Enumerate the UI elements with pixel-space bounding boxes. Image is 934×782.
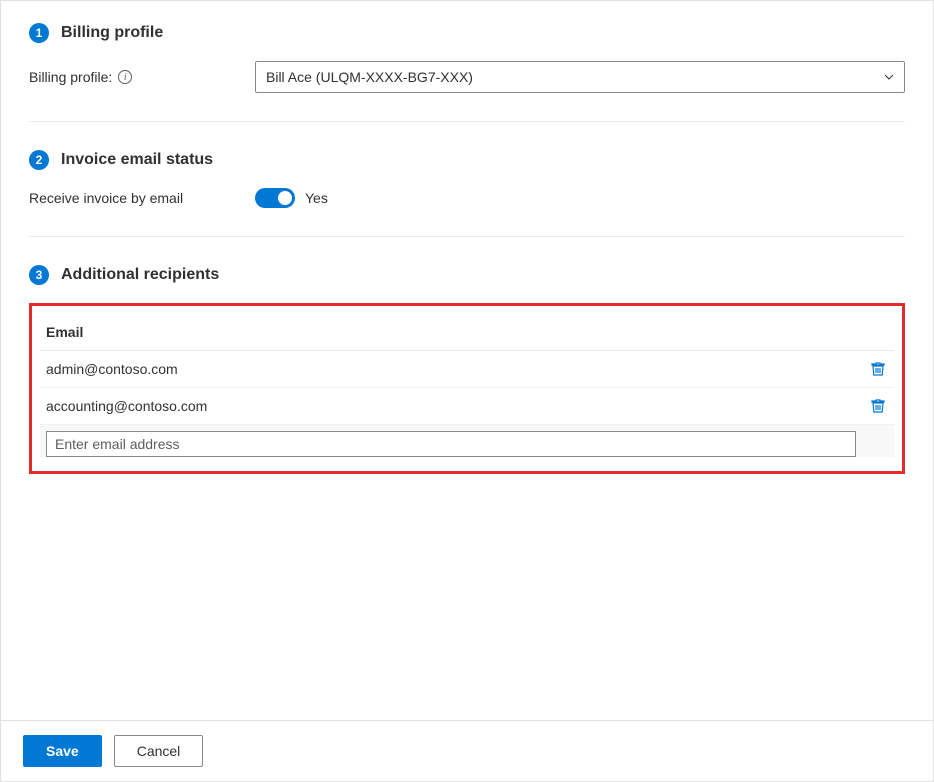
additional-recipients-section: 3 Additional recipients Email admin@cont… [29, 265, 905, 474]
billing-profile-field: Billing profile: i Bill Ace (ULQM-XXXX-B… [29, 61, 905, 93]
footer: Save Cancel [1, 720, 933, 781]
invoice-toggle-row: Receive invoice by email Yes [29, 188, 905, 208]
toggle-state-text: Yes [305, 190, 328, 206]
section-title-invoice: Invoice email status [61, 151, 213, 169]
email-input[interactable] [46, 431, 856, 457]
step-badge: 2 [29, 150, 49, 170]
toggle-thumb [278, 191, 292, 205]
main-content: 1 Billing profile Billing profile: i Bil… [1, 1, 933, 720]
billing-profile-label: Billing profile: i [29, 69, 255, 85]
divider [29, 121, 905, 122]
table-row: accounting@contoso.com [40, 388, 894, 425]
billing-profile-section: 1 Billing profile Billing profile: i Bil… [29, 23, 905, 93]
recipient-email: admin@contoso.com [46, 361, 178, 377]
section-header: 3 Additional recipients [29, 265, 905, 285]
divider [29, 236, 905, 237]
invoice-toggle-label: Receive invoice by email [29, 190, 255, 206]
info-icon[interactable]: i [118, 70, 132, 84]
billing-profile-select[interactable]: Bill Ace (ULQM-XXXX-BG7-XXX) [255, 61, 905, 93]
step-badge: 3 [29, 265, 49, 285]
invoice-email-toggle[interactable] [255, 188, 295, 208]
table-row: admin@contoso.com [40, 351, 894, 388]
recipients-highlight-box: Email admin@contoso.com accounting@conto… [29, 303, 905, 474]
section-header: 1 Billing profile [29, 23, 905, 43]
section-title-recipients: Additional recipients [61, 266, 219, 284]
new-email-row [40, 425, 894, 457]
trash-icon[interactable] [868, 396, 888, 416]
section-title-billing: Billing profile [61, 24, 163, 42]
save-button[interactable]: Save [23, 735, 102, 767]
trash-icon[interactable] [868, 359, 888, 379]
cancel-button[interactable]: Cancel [114, 735, 204, 767]
billing-profile-select-wrapper: Bill Ace (ULQM-XXXX-BG7-XXX) [255, 61, 905, 93]
recipient-email: accounting@contoso.com [46, 398, 207, 414]
email-column-header: Email [40, 320, 894, 351]
step-badge: 1 [29, 23, 49, 43]
section-header: 2 Invoice email status [29, 150, 905, 170]
invoice-email-section: 2 Invoice email status Receive invoice b… [29, 150, 905, 208]
